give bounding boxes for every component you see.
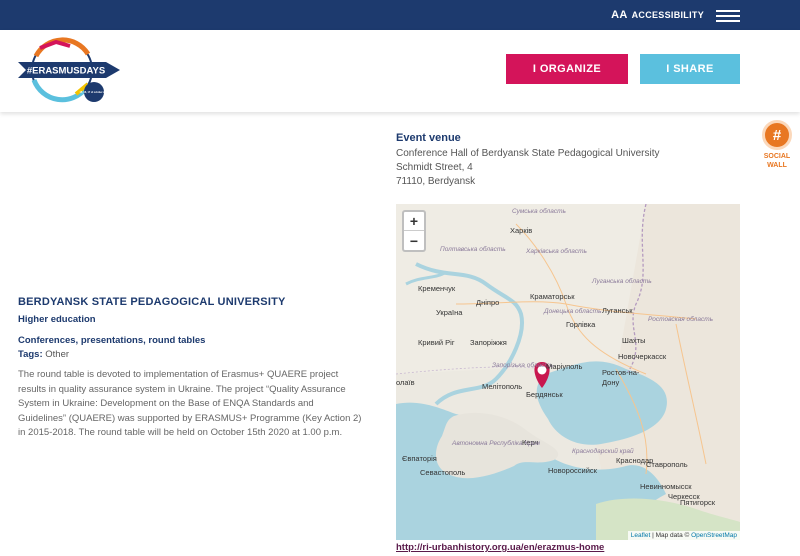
- map-city-ukraina: Україна: [436, 308, 463, 317]
- map-city-nevinnomyssk: Невинномысск: [640, 482, 692, 491]
- organization-name: BERDYANSK STATE PEDAGOGICAL UNIVERSITY: [18, 296, 286, 308]
- top-bar: AA ACCESSIBILITY: [0, 0, 800, 30]
- map-city-kharkiv: Харків: [510, 226, 533, 235]
- venue-line3: 71110, Berdyansk: [396, 176, 476, 187]
- tags-label: Tags:: [18, 349, 43, 360]
- map-city-olaiv: олаїв: [396, 378, 415, 387]
- map-city-melitopol: Мелітополь: [482, 382, 523, 391]
- map-attribution: Leaflet | Map data © OpenStreetMap: [627, 531, 740, 540]
- event-type: Conferences, presentations, round tables: [18, 335, 206, 346]
- map-city-kryvyi-rih: Кривий Ріг: [418, 338, 455, 347]
- accessibility-label: ACCESSIBILITY: [631, 10, 704, 20]
- map-city-zaporizhzhia: Запоріжжя: [470, 338, 507, 347]
- map-city-cherkessk: Черкесск: [668, 492, 700, 501]
- map-city-novorossiysk: Новороссийск: [548, 466, 597, 475]
- map-city-stavropol: Ставрополь: [646, 460, 688, 469]
- social-wall-label: SOCIAL WALL: [763, 153, 791, 169]
- venue-line1: Conference Hall of Berdyansk State Pedag…: [396, 148, 660, 159]
- i-share-button[interactable]: I SHARE: [640, 54, 740, 84]
- map-region-rostovskaya: Ростовская область: [648, 316, 714, 323]
- logo-dates: 15, 16, 17 of october 2020: [80, 91, 110, 94]
- map-region-zaporizka: Запорізька область: [492, 362, 554, 369]
- map-region-kharkivska: Харківська область: [526, 248, 587, 255]
- social-wall-button[interactable]: # SOCIAL WALL: [756, 120, 798, 170]
- map-city-kremenchuk: Кременчук: [418, 284, 456, 293]
- leaflet-link[interactable]: Leaflet: [631, 532, 651, 539]
- venue-title: Event venue: [396, 132, 461, 144]
- erasmusdays-logo[interactable]: #ERASMUSDAYS 15, 16, 17 of october 2020: [16, 36, 124, 104]
- event-tags: Tags: Other: [18, 349, 363, 360]
- map-zoom-control: + −: [402, 210, 426, 252]
- hamburger-menu-icon[interactable]: [716, 10, 740, 22]
- logo-text: #ERASMUSDAYS: [27, 66, 105, 77]
- map-region-luhanska: Луганська область: [592, 278, 652, 285]
- map-region-sumska: Сумська область: [512, 208, 566, 215]
- organization-type: Higher education: [18, 314, 96, 325]
- map-city-horlivka: Горлівка: [566, 320, 596, 329]
- tags-value: Other: [45, 349, 70, 360]
- venue-line2: Schmidt Street, 4: [396, 162, 473, 173]
- venue-map[interactable]: + − Сумська область Харків Харківська об…: [396, 204, 740, 540]
- event-details: BERDYANSK STATE PEDAGOGICAL UNIVERSITY H…: [18, 296, 363, 441]
- site-header: #ERASMUSDAYS 15, 16, 17 of october 2020 …: [0, 30, 800, 112]
- map-city-luhansk: Луганськ: [602, 306, 633, 315]
- zoom-out-button[interactable]: −: [404, 231, 424, 250]
- zoom-in-button[interactable]: +: [404, 212, 424, 231]
- event-description: The round table is devoted to implementa…: [18, 369, 362, 438]
- map-city-rostov: Ростов-на-Дону: [602, 368, 640, 387]
- map-region-krasnodarskiy: Краснодарский край: [572, 448, 634, 455]
- map-city-berdiansk: Бердянськ: [526, 390, 563, 399]
- map-city-dnipro: Дніпро: [476, 298, 500, 307]
- map-city-mariupol: Маріуполь: [546, 362, 583, 371]
- map-city-yevpatoriia: Євпаторія: [402, 454, 437, 463]
- map-city-shakhty: Шахты: [622, 336, 646, 345]
- map-city-kramatorsk: Краматорськ: [530, 292, 575, 301]
- map-region-poltavska: Полтавська область: [440, 246, 506, 253]
- event-venue: Event venue Conference Hall of Berdyansk…: [396, 132, 756, 189]
- hashtag-icon: #: [762, 120, 792, 150]
- openstreetmap-link[interactable]: OpenStreetMap: [691, 532, 737, 539]
- map-region-krym: Автономна Республіка Крим: [452, 440, 540, 447]
- map-city-sevastopol: Севастополь: [420, 468, 466, 477]
- map-city-novocherkassk: Новочеркасск: [618, 352, 667, 361]
- map-region-donetska: Донецька область: [544, 308, 602, 315]
- accessibility-icon: AA: [611, 9, 628, 21]
- accessibility-toggle[interactable]: AA ACCESSIBILITY: [611, 9, 704, 21]
- i-organize-button[interactable]: I ORGANIZE: [506, 54, 628, 84]
- event-website-link[interactable]: http://ri-urbanhistory.org.ua/en/erazmus…: [396, 542, 604, 553]
